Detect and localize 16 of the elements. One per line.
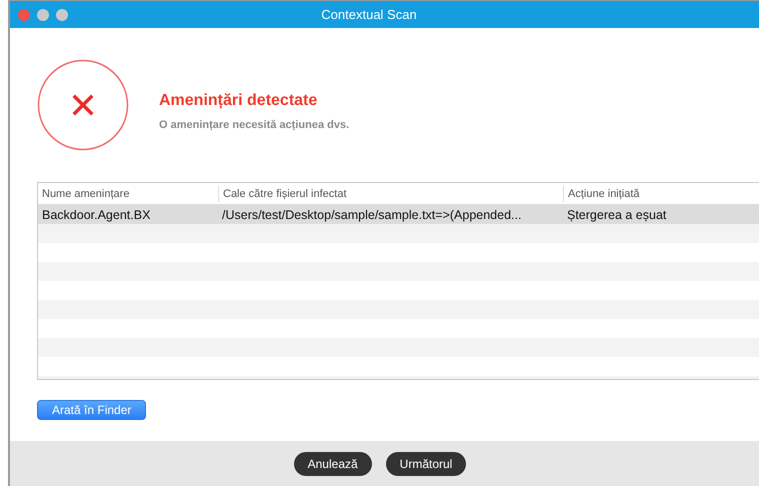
minimize-button[interactable] — [37, 8, 49, 20]
table-cell-text: Ștergerea a eșuat — [566, 208, 668, 222]
table-cell-text: /Users/test/Desktop/sample/sample.txt=>(Appended... — [221, 208, 522, 222]
zoom-button[interactable] — [56, 8, 68, 20]
close-button[interactable] — [18, 8, 30, 20]
column-header[interactable]: Cale către fișierul infectat — [218, 186, 563, 202]
footer-button[interactable]: Următorul — [386, 452, 466, 476]
window-title: Contextual Scan — [321, 7, 417, 22]
footer-button[interactable]: Anulează — [294, 452, 372, 476]
column-header[interactable]: Nume amenințare — [38, 186, 218, 202]
error-icon — [37, 59, 129, 151]
table-cell-text: Backdoor.Agent.BX — [41, 208, 152, 222]
alert-title: Amenințări detectate — [159, 92, 318, 110]
alert-subtitle: O amenințare necesită acțiunea dvs. — [159, 118, 350, 130]
table-row[interactable]: Backdoor.Agent.BX /Users/test/Desktop/sample/sample.txt=>(Appended... Ștergerea a eșuat — [38, 205, 759, 224]
column-header[interactable]: Acțiune inițiată — [563, 186, 759, 202]
